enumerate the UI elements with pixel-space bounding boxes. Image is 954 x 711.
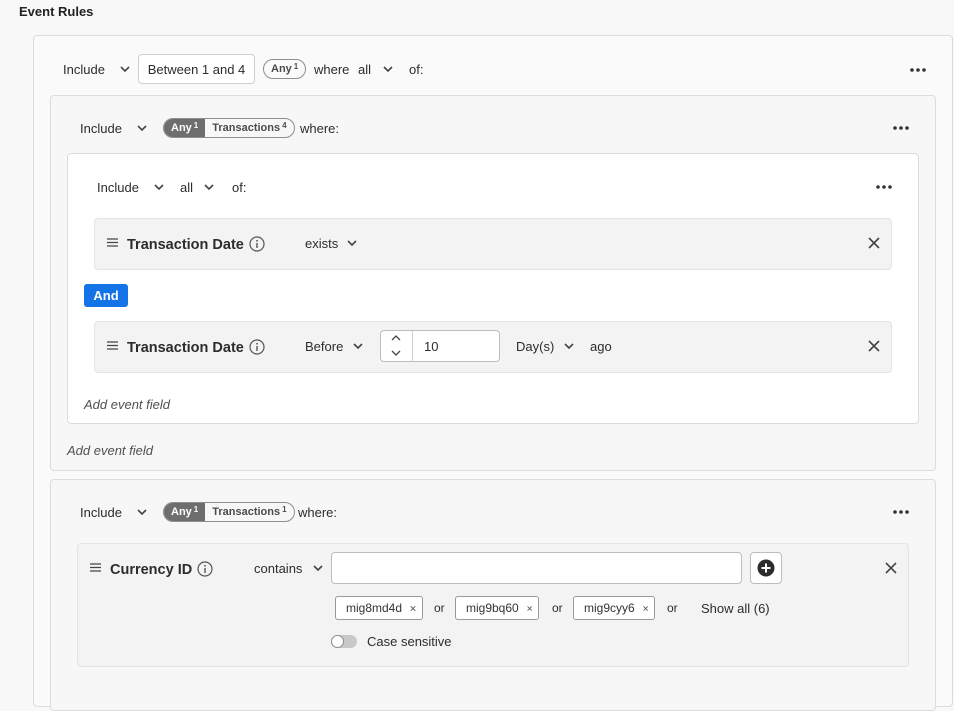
close-icon[interactable] [884,561,898,575]
more-options-icon[interactable] [909,67,927,73]
where-label: where: [298,505,338,520]
info-icon[interactable] [197,561,213,577]
unit-dropdown[interactable]: Day(s) [516,339,554,354]
tag-label: mig9bq60 [466,601,519,615]
any-label: Any [171,122,192,134]
remove-tag-icon[interactable] [410,604,416,613]
value-tag[interactable]: mig9cyy6 [573,596,655,620]
value-tag[interactable]: mig9bq60 [455,596,539,620]
case-sensitive-label: Case sensitive [367,634,452,649]
chevron-down-icon[interactable] [351,339,365,353]
of-label: of: [232,180,247,195]
chevron-down-icon[interactable] [311,561,325,575]
group1-include-dropdown[interactable]: Include [80,121,122,136]
drag-handle-icon[interactable] [107,341,118,350]
chevron-down-icon[interactable] [135,505,149,519]
tag-label: mig8md4d [346,601,403,615]
info-icon[interactable] [249,236,265,252]
quantifier-dropdown[interactable]: all [358,62,371,77]
any-count: 1 [293,61,299,71]
case-sensitive-toggle[interactable] [331,635,357,648]
any-pill[interactable]: Any 1 [263,59,307,79]
group2-include-dropdown[interactable]: Include [80,505,122,520]
more-options-icon[interactable] [875,184,893,190]
top-include-dropdown[interactable]: Include [63,62,105,77]
chevron-down-icon[interactable] [381,62,395,76]
toggle-knob [332,636,343,647]
chevron-down-icon[interactable] [202,180,216,194]
top-include-label: Include [63,62,105,77]
any-label: Any [171,506,192,518]
plus-circle-icon [757,559,775,577]
operator-dropdown[interactable]: contains [254,561,302,576]
event-label: Transactions [212,506,281,518]
stepper-up-icon[interactable] [391,334,401,342]
event-pill[interactable]: Any 1 Transactions 1 [163,502,295,522]
remove-tag-icon[interactable] [643,604,648,613]
event-count: 4 [282,120,287,130]
inner-include-dropdown[interactable]: Include [97,180,139,195]
event-pill[interactable]: Any 1 Transactions 4 [163,118,295,138]
inner-condition-container [67,153,919,424]
or-label: or [552,601,563,615]
where-label: where [314,62,350,77]
operator-dropdown[interactable]: Before [305,339,343,354]
more-options-icon[interactable] [892,125,910,131]
field-name: Transaction Date [127,340,244,356]
add-event-field-link[interactable]: Add event field [84,397,170,412]
close-icon[interactable] [867,339,881,353]
any-label: Any [271,63,292,75]
show-all-link[interactable]: Show all (6) [701,601,770,616]
and-label: And [93,288,119,303]
chevron-down-icon[interactable] [152,180,166,194]
count-dropdown[interactable]: Between 1 and 4 [138,54,255,84]
where-label: where: [300,121,340,136]
drag-handle-icon[interactable] [107,238,118,247]
tag-label: mig9cyy6 [584,601,635,615]
field-name: Transaction Date [127,237,244,253]
remove-tag-icon[interactable] [527,604,532,613]
event-label: Transactions [212,122,281,134]
chevron-down-icon[interactable] [118,62,132,76]
close-icon[interactable] [867,236,881,250]
stepper-down-icon[interactable] [391,349,401,357]
field-name: Currency ID [110,562,193,578]
stepper-value: 10 [424,339,439,354]
drag-handle-icon[interactable] [90,563,101,572]
add-event-field-link[interactable]: Add event field [67,443,153,458]
any-count: 1 [193,504,199,514]
chevron-down-icon[interactable] [345,236,359,250]
value-tag[interactable]: mig8md4d [335,596,423,620]
any-count: 1 [193,120,199,130]
ago-label: ago [590,339,612,354]
chevron-down-icon[interactable] [562,339,576,353]
chevron-down-icon[interactable] [135,121,149,135]
page-title: Event Rules [19,4,94,19]
and-button[interactable]: And [84,284,128,307]
operator-dropdown[interactable]: exists [305,236,338,251]
of-label: of: [409,62,424,77]
more-options-icon[interactable] [892,509,910,515]
or-label: or [667,601,678,615]
stepper-divider [412,331,413,361]
inner-quantifier-dropdown[interactable]: all [180,180,193,195]
or-label: or [434,601,445,615]
info-icon[interactable] [249,339,265,355]
count-value: Between 1 and 4 [147,61,246,77]
value-input[interactable] [331,552,742,584]
event-count: 1 [282,504,287,514]
add-value-button[interactable] [750,552,782,584]
